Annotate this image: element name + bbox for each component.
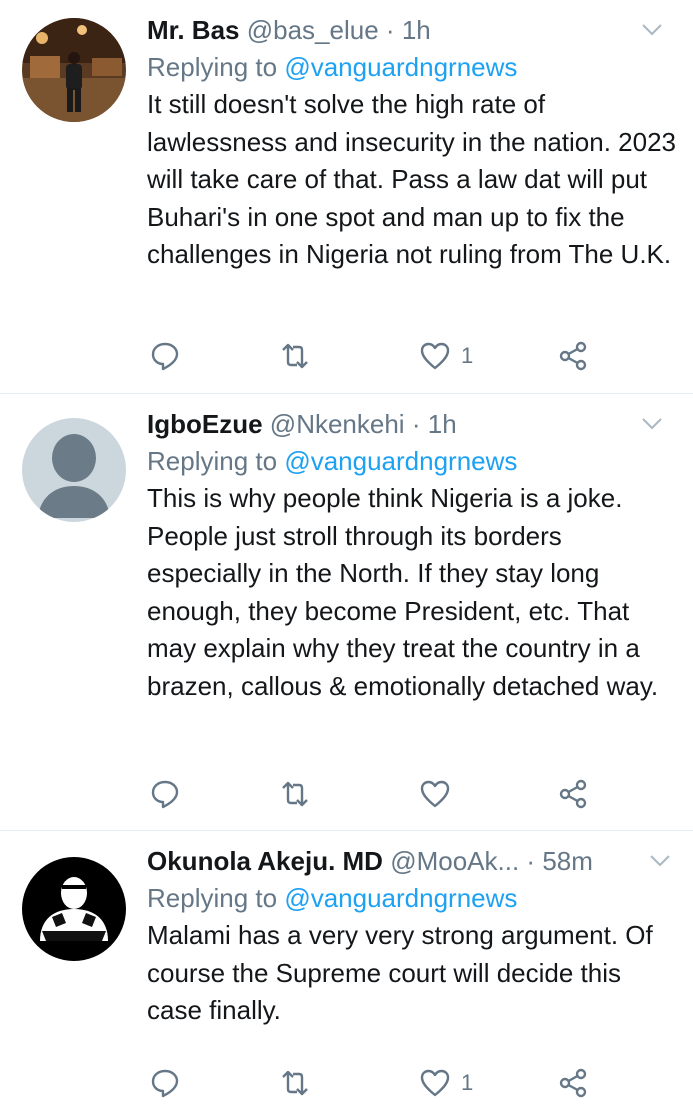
reply-icon <box>151 780 179 809</box>
retweet-icon <box>282 1070 308 1096</box>
timestamp[interactable]: 58m <box>542 846 593 876</box>
tweet[interactable]: Okunola Akeju. MD @MooAk... · 58m Replyi… <box>0 831 693 1118</box>
tweet-actions: 1 <box>147 1063 597 1103</box>
reply-button[interactable] <box>149 336 181 376</box>
tweet-header: Okunola Akeju. MD @MooAk... · 58m <box>147 841 677 879</box>
replying-to: Replying to @vanguardngrnews <box>147 442 677 480</box>
chevron-down-icon[interactable] <box>639 410 665 436</box>
default-profile-icon <box>22 418 126 522</box>
retweet-icon <box>282 343 308 369</box>
avatar[interactable] <box>22 418 126 522</box>
separator-dot: · <box>411 409 421 439</box>
tweet[interactable]: Mr. Bas @bas_elue · 1h Replying to @vang… <box>0 0 693 394</box>
replying-to-label: Replying to <box>147 883 278 913</box>
avatar-photo <box>22 18 126 122</box>
share-icon <box>559 341 587 371</box>
tweet-header: IgboEzue @Nkenkehi · 1h <box>147 404 677 442</box>
like-count: 1 <box>461 1070 474 1095</box>
tweet-text: This is why people think Nigeria is a jo… <box>147 483 659 701</box>
replying-to-handle[interactable]: @vanguardngrnews <box>284 446 517 476</box>
display-name[interactable]: Okunola Akeju. MD <box>147 846 383 876</box>
replying-to-label: Replying to <box>147 446 278 476</box>
tweet-text: It still doesn't solve the high rate of … <box>147 89 676 269</box>
like-button[interactable]: 1 <box>419 1063 473 1103</box>
like-button[interactable] <box>419 774 461 814</box>
replying-to-label: Replying to <box>147 52 278 82</box>
replying-to-handle[interactable]: @vanguardngrnews <box>284 883 517 913</box>
avatar[interactable] <box>22 18 126 122</box>
display-name[interactable]: IgboEzue <box>147 409 263 439</box>
separator-dot: · <box>385 15 395 45</box>
retweet-button[interactable] <box>279 336 311 376</box>
share-button[interactable] <box>557 336 589 376</box>
like-count: 1 <box>461 343 474 368</box>
retweet-icon <box>282 781 308 807</box>
chevron-down-icon[interactable] <box>639 16 665 42</box>
heart-icon <box>420 780 450 808</box>
timestamp[interactable]: 1h <box>428 409 457 439</box>
chevron-down-icon[interactable] <box>647 847 673 873</box>
reply-icon <box>151 1069 179 1098</box>
reply-icon <box>151 342 179 371</box>
heart-icon <box>420 1069 450 1097</box>
share-button[interactable] <box>557 1063 589 1103</box>
heart-icon <box>420 342 450 370</box>
retweet-button[interactable] <box>279 774 311 814</box>
user-handle[interactable]: @MooAk... <box>390 846 519 876</box>
display-name[interactable]: Mr. Bas <box>147 15 240 45</box>
share-button[interactable] <box>557 774 589 814</box>
replying-to: Replying to @vanguardngrnews <box>147 48 677 86</box>
replying-to-handle[interactable]: @vanguardngrnews <box>284 52 517 82</box>
share-icon <box>559 1068 587 1098</box>
share-icon <box>559 779 587 809</box>
retweet-button[interactable] <box>279 1063 311 1103</box>
user-handle[interactable]: @bas_elue <box>247 15 379 45</box>
tweet-text: Malami has a very very strong argument. … <box>147 920 653 1025</box>
avatar-photo <box>22 857 126 961</box>
avatar[interactable] <box>22 857 126 961</box>
separator-dot: · <box>526 846 536 876</box>
tweet-header: Mr. Bas @bas_elue · 1h <box>147 10 677 48</box>
like-button[interactable]: 1 <box>419 336 473 376</box>
tweet[interactable]: IgboEzue @Nkenkehi · 1h Replying to @van… <box>0 394 693 831</box>
reply-button[interactable] <box>149 1063 181 1103</box>
replying-to: Replying to @vanguardngrnews <box>147 879 677 917</box>
user-handle[interactable]: @Nkenkehi <box>270 409 405 439</box>
tweet-actions: 1 <box>147 336 597 376</box>
reply-button[interactable] <box>149 774 181 814</box>
tweet-actions <box>147 774 597 814</box>
timestamp[interactable]: 1h <box>402 15 431 45</box>
